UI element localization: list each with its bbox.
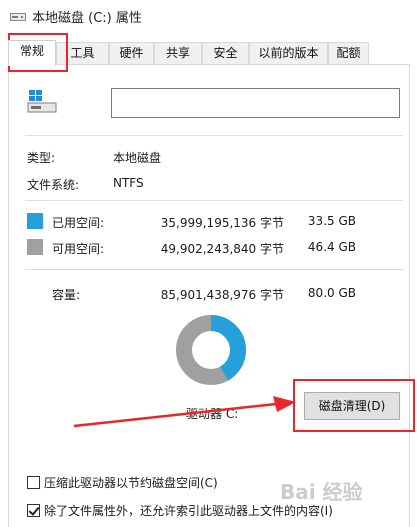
used-space-label: 已用空间: xyxy=(52,216,105,230)
used-space-gb: 33.5 GB xyxy=(307,214,356,228)
capacity-label: 容量: xyxy=(52,288,81,302)
tab-quota[interactable]: 配额 xyxy=(328,42,369,65)
index-checkbox[interactable] xyxy=(27,504,40,517)
volume-name-input[interactable] xyxy=(111,88,400,118)
tab-hardware[interactable]: 硬件 xyxy=(109,42,154,65)
capacity-bytes: 85,901,438,976 字节 xyxy=(160,288,284,302)
window-title: 本地磁盘 (C:) 属性 xyxy=(32,11,142,26)
type-label: 类型: xyxy=(27,151,56,165)
divider xyxy=(25,135,403,136)
free-space-swatch xyxy=(27,239,43,255)
tab-security[interactable]: 安全 xyxy=(202,42,249,65)
divider xyxy=(25,269,403,270)
watermark: Bai 经验 xyxy=(280,480,363,504)
tab-tools[interactable]: 工具 xyxy=(56,42,109,65)
compress-label: 压缩此驱动器以节约磁盘空间(C) xyxy=(44,476,218,490)
tab-general[interactable]: 常规 xyxy=(8,40,56,66)
tab-sharing[interactable]: 共享 xyxy=(154,42,202,65)
drive-letter-label: 驱动器 C: xyxy=(186,407,239,421)
filesystem-value: NTFS xyxy=(113,176,144,190)
divider xyxy=(25,200,403,201)
drive-icon xyxy=(10,13,26,21)
free-space-bytes: 49,902,243,840 字节 xyxy=(160,242,284,256)
capacity-gb: 80.0 GB xyxy=(307,286,356,300)
compress-checkbox[interactable] xyxy=(27,476,40,489)
used-space-bytes: 35,999,195,136 字节 xyxy=(160,216,284,230)
filesystem-label: 文件系统: xyxy=(27,178,80,192)
type-value: 本地磁盘 xyxy=(113,151,162,165)
tab-strip: 常规 工具 硬件 共享 安全 以前的版本 配额 xyxy=(8,40,410,66)
usage-donut-chart xyxy=(176,315,246,385)
title-bar: 本地磁盘 (C:) 属性 xyxy=(0,0,417,32)
used-space-swatch xyxy=(27,213,43,229)
free-space-gb: 46.4 GB xyxy=(307,240,356,254)
windows-drive-icon xyxy=(27,90,57,113)
tab-previous-versions[interactable]: 以前的版本 xyxy=(249,42,328,65)
disk-cleanup-button[interactable]: 磁盘清理(D) xyxy=(304,392,400,420)
free-space-label: 可用空间: xyxy=(52,242,105,256)
